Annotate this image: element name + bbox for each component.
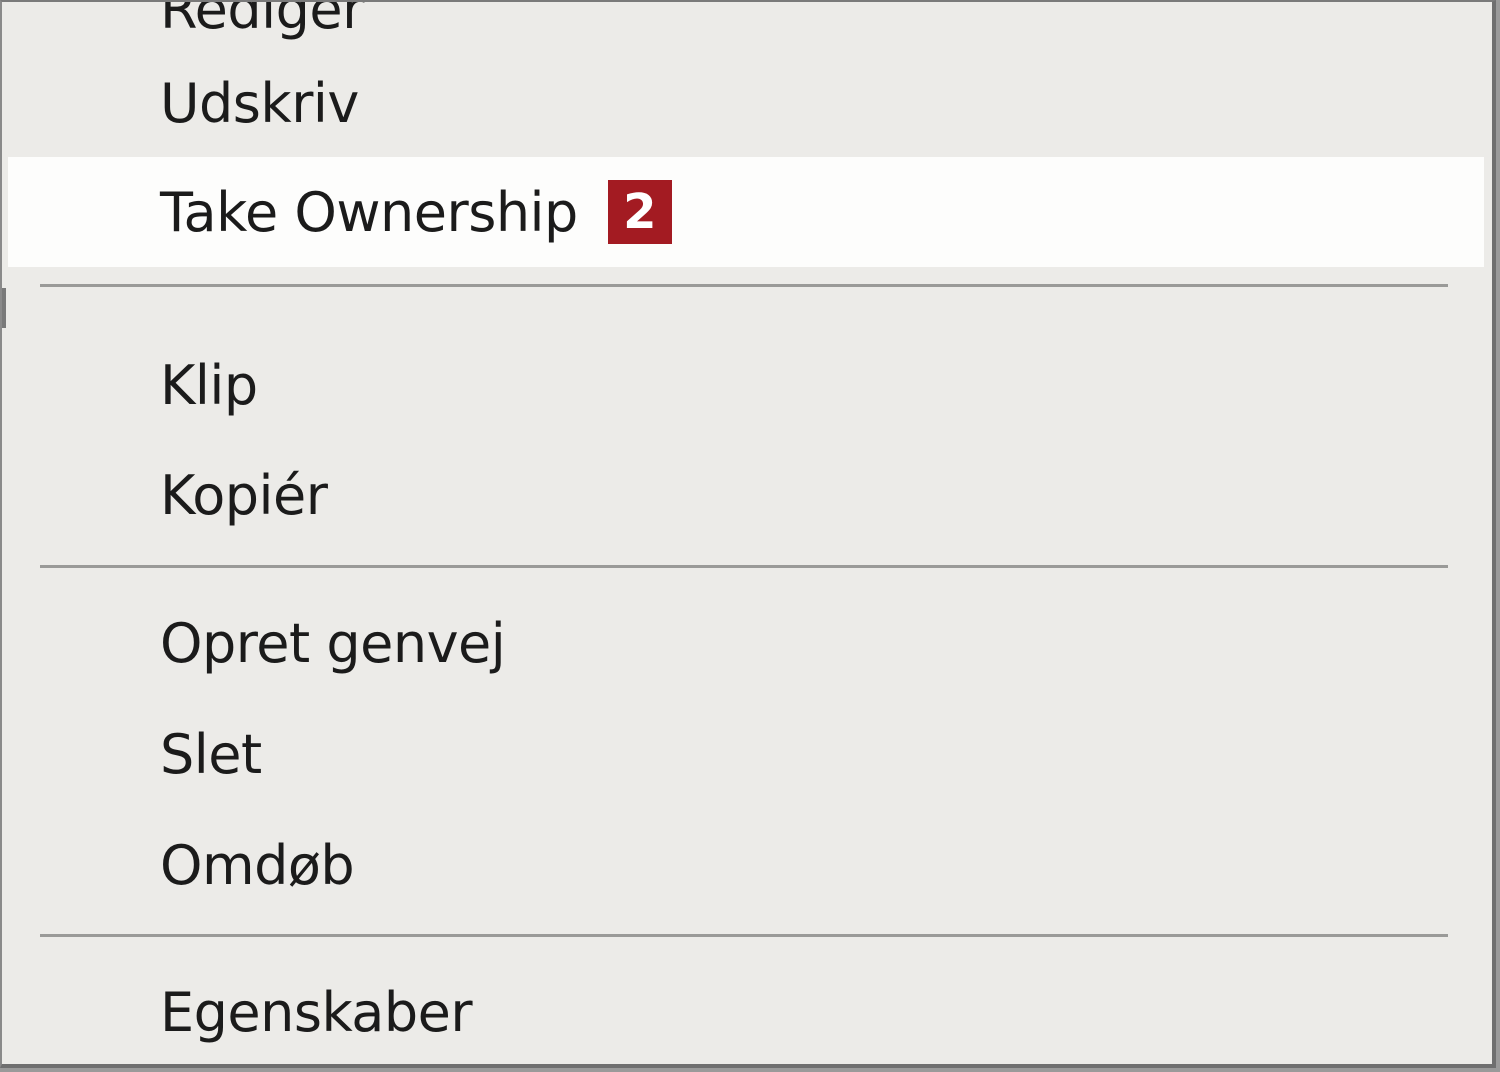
menu-item-klip[interactable]: Klip: [8, 330, 1484, 440]
menu-separator: [40, 934, 1448, 937]
menu-item-label: Omdøb: [160, 833, 355, 897]
menu-item-egenskaber[interactable]: Egenskaber: [8, 957, 1484, 1064]
menu-item-take-ownership[interactable]: Take Ownership 2: [8, 157, 1484, 267]
window-edge: [2, 288, 6, 328]
step-badge: 2: [607, 180, 672, 244]
menu-item-label: Klip: [160, 353, 258, 417]
menu-separator: [40, 565, 1448, 568]
menu-item-label: Take Ownership: [160, 180, 578, 244]
menu-item-udskriv[interactable]: Udskriv: [8, 48, 1484, 158]
menu-separator: [40, 284, 1448, 287]
menu-item-omdob[interactable]: Omdøb: [8, 810, 1484, 920]
context-menu: Rediger Udskriv Take Ownership 2 Klip Ko…: [0, 0, 1496, 1068]
menu-item-slet[interactable]: Slet: [8, 699, 1484, 809]
menu-item-kopier[interactable]: Kopiér: [8, 440, 1484, 550]
menu-item-label: Rediger: [160, 0, 364, 41]
menu-item-label: Kopiér: [160, 463, 328, 527]
menu-item-label: Slet: [160, 722, 262, 786]
menu-item-label: Opret genvej: [160, 611, 506, 675]
menu-item-label: Egenskaber: [160, 980, 473, 1044]
menu-item-label: Udskriv: [160, 71, 359, 135]
menu-item-opret-genvej[interactable]: Opret genvej: [8, 588, 1484, 698]
